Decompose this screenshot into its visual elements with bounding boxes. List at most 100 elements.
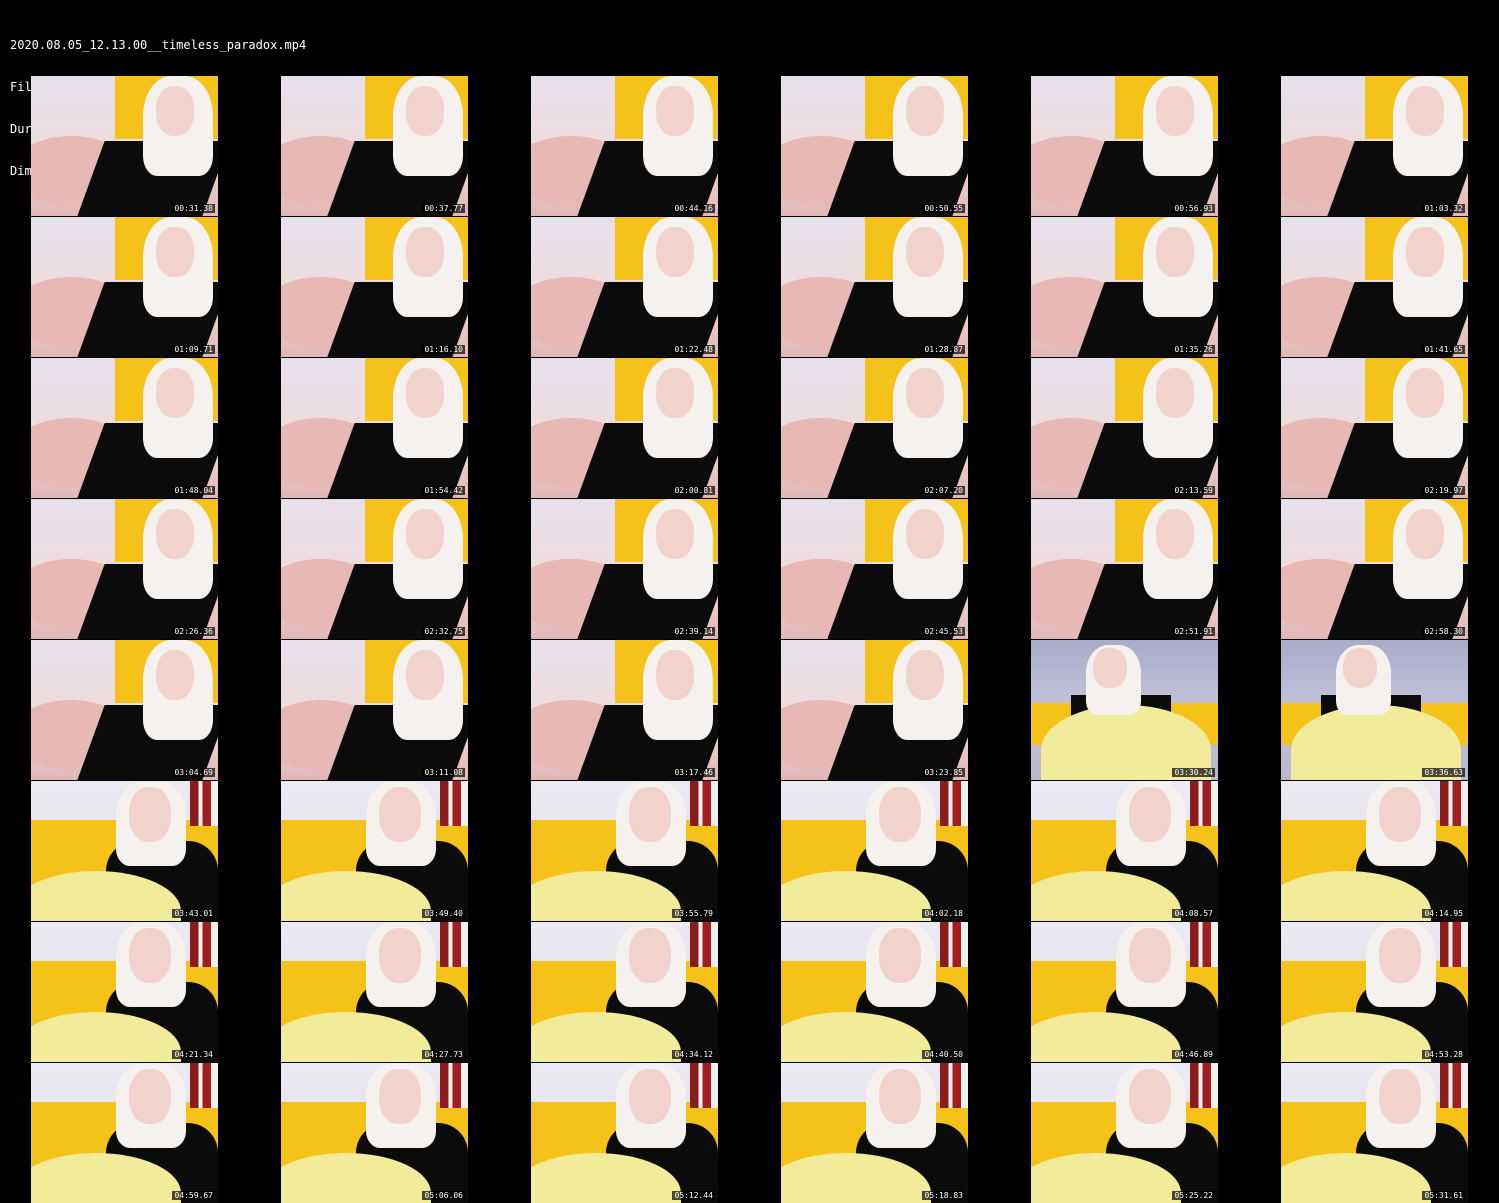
- video-thumbnail[interactable]: 02:19.97: [1281, 358, 1468, 498]
- figure-face: [1343, 648, 1377, 688]
- bookshelf: [940, 781, 968, 826]
- figure-face: [406, 650, 444, 700]
- bookshelf: [1190, 922, 1218, 967]
- video-thumbnail[interactable]: 01:16.10: [281, 217, 468, 357]
- video-thumbnail[interactable]: 04:59.67: [31, 1063, 218, 1203]
- figure-face: [1129, 1069, 1171, 1124]
- video-thumbnail[interactable]: 03:04.69: [31, 640, 218, 780]
- timestamp-label: 04:27.73: [422, 1050, 465, 1059]
- video-thumbnail[interactable]: 03:17.46: [531, 640, 718, 780]
- bookshelf: [190, 922, 218, 967]
- video-thumbnail[interactable]: 01:09.71: [31, 217, 218, 357]
- video-thumbnail[interactable]: 01:28.87: [781, 217, 968, 357]
- figure-face: [156, 509, 194, 559]
- timestamp-label: 02:32.75: [422, 627, 465, 636]
- video-thumbnail[interactable]: 02:58.30: [1281, 499, 1468, 639]
- video-thumbnail[interactable]: 01:22.48: [531, 217, 718, 357]
- figure-face: [379, 1069, 421, 1124]
- video-thumbnail[interactable]: 05:31.61: [1281, 1063, 1468, 1203]
- figure-face: [906, 368, 944, 418]
- video-thumbnail[interactable]: 02:13.59: [1031, 358, 1218, 498]
- video-thumbnail[interactable]: 03:11.08: [281, 640, 468, 780]
- video-thumbnail[interactable]: 01:35.26: [1031, 217, 1218, 357]
- video-thumbnail[interactable]: 03:36.63: [1281, 640, 1468, 780]
- video-thumbnail[interactable]: 04:02.18: [781, 781, 968, 921]
- video-thumbnail[interactable]: 04:14.95: [1281, 781, 1468, 921]
- video-thumbnail[interactable]: 03:55.79: [531, 781, 718, 921]
- figure-face: [1379, 928, 1421, 983]
- video-thumbnail[interactable]: 02:45.53: [781, 499, 968, 639]
- video-thumbnail[interactable]: 01:54.42: [281, 358, 468, 498]
- timestamp-label: 02:26.36: [172, 627, 215, 636]
- video-thumbnail[interactable]: 00:44.16: [531, 76, 718, 216]
- figure-face: [156, 650, 194, 700]
- bookshelf: [440, 781, 468, 826]
- figure-face: [156, 227, 194, 277]
- video-thumbnail[interactable]: 01:48.04: [31, 358, 218, 498]
- video-thumbnail[interactable]: 01:41.65: [1281, 217, 1468, 357]
- video-thumbnail[interactable]: 04:27.73: [281, 922, 468, 1062]
- figure-face: [1406, 368, 1444, 418]
- figure-face: [656, 227, 694, 277]
- video-thumbnail[interactable]: 05:25.22: [1031, 1063, 1218, 1203]
- timestamp-label: 01:35.26: [1172, 345, 1215, 354]
- timestamp-label: 01:41.65: [1422, 345, 1465, 354]
- video-thumbnail[interactable]: 03:23.85: [781, 640, 968, 780]
- bookshelf: [1440, 922, 1468, 967]
- timestamp-label: 04:46.89: [1172, 1050, 1215, 1059]
- figure-face: [656, 650, 694, 700]
- video-thumbnail[interactable]: 04:34.12: [531, 922, 718, 1062]
- video-thumbnail[interactable]: 03:30.24: [1031, 640, 1218, 780]
- figure-face: [1379, 1069, 1421, 1124]
- timestamp-label: 04:14.95: [1422, 909, 1465, 918]
- timestamp-label: 05:18.83: [922, 1191, 965, 1200]
- figure-face: [879, 787, 921, 842]
- video-thumbnail[interactable]: 02:39.14: [531, 499, 718, 639]
- video-thumbnail[interactable]: 05:06.06: [281, 1063, 468, 1203]
- video-thumbnail[interactable]: 00:37.77: [281, 76, 468, 216]
- timestamp-label: 02:13.59: [1172, 486, 1215, 495]
- video-thumbnail[interactable]: 04:53.28: [1281, 922, 1468, 1062]
- bookshelf: [1440, 1063, 1468, 1108]
- video-thumbnail[interactable]: 03:49.40: [281, 781, 468, 921]
- video-thumbnail[interactable]: 04:46.89: [1031, 922, 1218, 1062]
- figure-face: [1156, 368, 1194, 418]
- video-thumbnail[interactable]: 02:00.81: [531, 358, 718, 498]
- figure-face: [406, 368, 444, 418]
- video-thumbnail[interactable]: 04:40.50: [781, 922, 968, 1062]
- video-thumbnail[interactable]: 04:21.34: [31, 922, 218, 1062]
- video-thumbnail[interactable]: 05:12.44: [531, 1063, 718, 1203]
- video-thumbnail[interactable]: 02:32.75: [281, 499, 468, 639]
- timestamp-label: 03:17.46: [672, 768, 715, 777]
- figure-face: [879, 1069, 921, 1124]
- video-thumbnail[interactable]: 01:03.32: [1281, 76, 1468, 216]
- bookshelf: [1190, 781, 1218, 826]
- video-thumbnail[interactable]: 05:18.83: [781, 1063, 968, 1203]
- timestamp-label: 01:28.87: [922, 345, 965, 354]
- video-thumbnail[interactable]: 04:08.57: [1031, 781, 1218, 921]
- timestamp-label: 01:48.04: [172, 486, 215, 495]
- video-thumbnail[interactable]: 00:50.55: [781, 76, 968, 216]
- timestamp-label: 04:08.57: [1172, 909, 1215, 918]
- timestamp-label: 01:16.10: [422, 345, 465, 354]
- bookshelf: [940, 922, 968, 967]
- figure-face: [1156, 86, 1194, 136]
- bookshelf: [190, 1063, 218, 1108]
- video-thumbnail[interactable]: 00:56.93: [1031, 76, 1218, 216]
- bookshelf: [440, 922, 468, 967]
- timestamp-label: 00:44.16: [672, 204, 715, 213]
- figure-face: [629, 787, 671, 842]
- timestamp-label: 01:22.48: [672, 345, 715, 354]
- video-thumbnail[interactable]: 03:43.01: [31, 781, 218, 921]
- video-thumbnail[interactable]: 02:51.91: [1031, 499, 1218, 639]
- figure-face: [1129, 928, 1171, 983]
- timestamp-label: 03:04.69: [172, 768, 215, 777]
- timestamp-label: 05:25.22: [1172, 1191, 1215, 1200]
- video-thumbnail[interactable]: 02:07.20: [781, 358, 968, 498]
- video-thumbnail[interactable]: 02:26.36: [31, 499, 218, 639]
- figure-face: [1156, 227, 1194, 277]
- timestamp-label: 04:34.12: [672, 1050, 715, 1059]
- timestamp-label: 04:21.34: [172, 1050, 215, 1059]
- video-thumbnail[interactable]: 00:31.38: [31, 76, 218, 216]
- bookshelf: [1440, 781, 1468, 826]
